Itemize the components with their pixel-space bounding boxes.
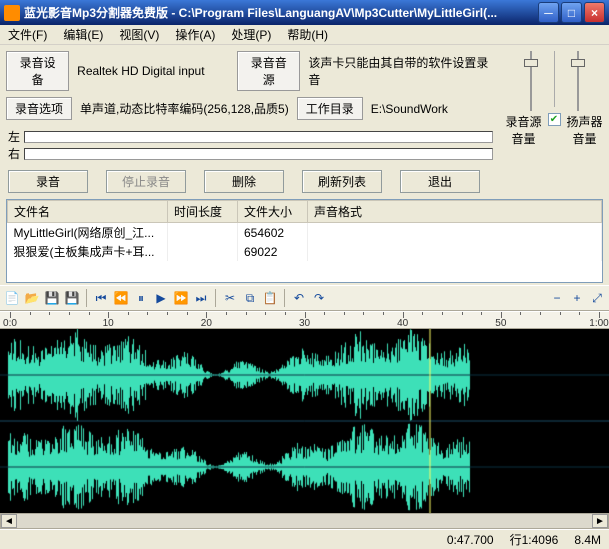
menu-edit[interactable]: 编辑(E) <box>59 25 107 44</box>
channel-left-label: 左 <box>6 128 20 145</box>
record-source-button[interactable]: 录音音源 <box>237 51 300 91</box>
cut-icon[interactable]: ✂ <box>222 290 238 306</box>
menu-action[interactable]: 操作(A) <box>171 25 219 44</box>
spk-vol-label-1: 扬声器 <box>567 115 603 129</box>
redo-icon[interactable]: ↷ <box>311 290 327 306</box>
stop-record-button[interactable]: 停止录音 <box>106 170 186 193</box>
toolbar: 📄 📂 💾 💾 ⏮ ⏪ ⏸ ▶ ⏩ ⏭ ✂ ⧉ 📋 ↶ ↷ − + ⤢ <box>0 285 609 311</box>
save-icon[interactable]: 💾 <box>44 290 60 306</box>
open-icon[interactable]: 📂 <box>24 290 40 306</box>
window-title: 蓝光影音Mp3分割器免费版 - C:\Program Files\Languan… <box>24 4 538 21</box>
status-size: 8.4M <box>574 533 601 547</box>
time-ruler[interactable]: 0:010203040501:00 <box>0 311 609 329</box>
record-device-value: Realtek HD Digital input <box>73 64 233 78</box>
file-list[interactable]: 文件名 时间长度 文件大小 声音格式 MyLittleGirl(网络原创_江..… <box>6 199 603 283</box>
spk-vol-label-2: 音量 <box>573 132 597 146</box>
src-vol-label-1: 录音源 <box>505 115 541 129</box>
zoom-fit-icon[interactable]: ⤢ <box>589 290 605 306</box>
forward-icon[interactable]: ⏩ <box>173 290 189 306</box>
record-button[interactable]: 录音 <box>8 170 88 193</box>
level-right <box>24 148 493 160</box>
refresh-button[interactable]: 刷新列表 <box>302 170 382 193</box>
table-row[interactable]: MyLittleGirl(网络原创_江...654602 <box>8 223 602 243</box>
speaker-volume-slider[interactable] <box>569 51 587 111</box>
app-icon <box>4 5 20 21</box>
menu-help[interactable]: 帮助(H) <box>283 25 332 44</box>
col-format[interactable]: 声音格式 <box>308 201 602 223</box>
zoom-out-icon[interactable]: − <box>549 290 565 306</box>
copy-icon[interactable]: ⧉ <box>242 290 258 306</box>
record-source-note: 该声卡只能由其自带的软件设置录音 <box>304 54 493 88</box>
undo-icon[interactable]: ↶ <box>291 290 307 306</box>
record-device-button[interactable]: 录音设备 <box>6 51 69 91</box>
play-icon[interactable]: ▶ <box>153 290 169 306</box>
col-size[interactable]: 文件大小 <box>238 201 308 223</box>
menu-file[interactable]: 文件(F) <box>4 25 51 44</box>
save-as-icon[interactable]: 💾 <box>64 290 80 306</box>
source-volume-slider[interactable] <box>522 51 540 111</box>
workdir-button[interactable]: 工作目录 <box>297 97 363 120</box>
maximize-button[interactable]: □ <box>561 2 582 23</box>
status-time: 0:47.700 <box>447 533 494 547</box>
menu-process[interactable]: 处理(P) <box>227 25 275 44</box>
scroll-right-icon[interactable]: ► <box>592 514 608 528</box>
record-options-button[interactable]: 录音选项 <box>6 97 72 120</box>
scroll-left-icon[interactable]: ◄ <box>1 514 17 528</box>
rewind-icon[interactable]: ⏪ <box>113 290 129 306</box>
channel-right-label: 右 <box>6 145 20 162</box>
src-vol-label-2: 音量 <box>511 132 535 146</box>
col-name[interactable]: 文件名 <box>8 201 168 223</box>
minimize-button[interactable]: ─ <box>538 2 559 23</box>
menu-view[interactable]: 视图(V) <box>115 25 163 44</box>
level-left <box>24 131 493 143</box>
waveform-display[interactable] <box>0 329 609 513</box>
table-row[interactable]: 狠狠爱(主板集成声卡+耳...69022 <box>8 242 602 261</box>
exit-button[interactable]: 退出 <box>400 170 480 193</box>
menubar: 文件(F) 编辑(E) 视图(V) 操作(A) 处理(P) 帮助(H) <box>0 25 609 45</box>
delete-button[interactable]: 删除 <box>204 170 284 193</box>
zoom-in-icon[interactable]: + <box>569 290 585 306</box>
skip-end-icon[interactable]: ⏭ <box>193 290 209 306</box>
waveform-scrollbar[interactable]: ◄ ► <box>0 513 609 529</box>
statusbar: 0:47.700 行1:4096 8.4M <box>0 529 609 549</box>
workdir-value: E:\SoundWork <box>367 102 452 116</box>
col-length[interactable]: 时间长度 <box>168 201 238 223</box>
skip-start-icon[interactable]: ⏮ <box>93 290 109 306</box>
pause-icon[interactable]: ⏸ <box>133 290 149 306</box>
record-options-value: 单声道,动态比特率编码(256,128,品质5) <box>76 100 293 117</box>
status-pos: 行1:4096 <box>510 531 559 548</box>
close-button[interactable]: × <box>584 2 605 23</box>
speaker-checkbox[interactable]: ✔ <box>548 113 561 126</box>
new-icon[interactable]: 📄 <box>4 290 20 306</box>
paste-icon[interactable]: 📋 <box>262 290 278 306</box>
